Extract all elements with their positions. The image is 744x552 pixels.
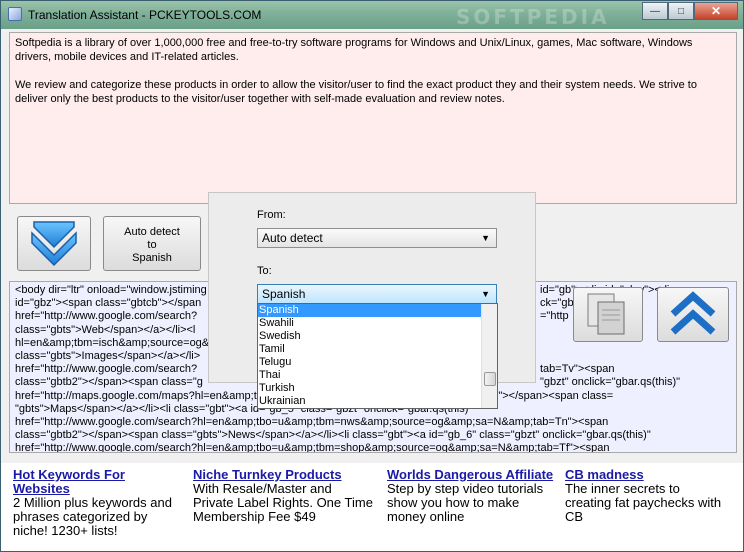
copy-pages-icon bbox=[587, 293, 625, 335]
source-paragraph-2: We review and categorize these products … bbox=[15, 79, 697, 105]
language-option[interactable]: Ukrainian bbox=[258, 395, 497, 408]
to-language-value: Spanish bbox=[262, 287, 306, 301]
double-chevron-up-icon bbox=[670, 291, 716, 335]
language-option[interactable]: Turkish bbox=[258, 382, 497, 395]
dropdown-arrow-icon: ▼ bbox=[481, 289, 490, 299]
language-option[interactable]: Telugu bbox=[258, 356, 497, 369]
auto-detect-label: Auto detect to Spanish bbox=[124, 226, 180, 264]
ad-strip: Hot Keywords For Websites 2 Million plus… bbox=[1, 463, 743, 551]
output-fragment: tab=Tv"><span bbox=[540, 363, 615, 376]
output-line: href="http://www.google.com/search?hl=en… bbox=[15, 416, 609, 429]
app-window: Translation Assistant - PCKEYTOOLS.COM S… bbox=[0, 0, 744, 552]
language-option[interactable]: Swedish bbox=[258, 330, 497, 343]
output-fragment: ="http bbox=[540, 310, 569, 323]
ad-3: Worlds Dangerous Affiliate Step by step … bbox=[387, 468, 557, 524]
close-button[interactable]: ✕ bbox=[694, 2, 738, 20]
language-option[interactable]: Spanish bbox=[258, 304, 497, 317]
source-paragraph-1: Softpedia is a library of over 1,000,000… bbox=[15, 37, 693, 63]
output-fragment: "gbzt" onclick="gbar.qs(this)" bbox=[540, 376, 681, 389]
close-icon: ✕ bbox=[710, 4, 722, 18]
window-title: Translation Assistant - PCKEYTOOLS.COM bbox=[28, 8, 262, 22]
output-line: class="gbtb2"></span><span class="gbts">… bbox=[15, 429, 651, 442]
auto-detect-button[interactable]: Auto detect to Spanish bbox=[103, 216, 201, 271]
translate-down-button[interactable] bbox=[17, 216, 91, 271]
ad-1: Hot Keywords For Websites 2 Million plus… bbox=[13, 468, 181, 538]
ad-link-2[interactable]: Niche Turnkey Products bbox=[193, 468, 373, 482]
output-line: href="http://www.google.com/search?hl=en… bbox=[15, 442, 610, 453]
ad-link-3[interactable]: Worlds Dangerous Affiliate bbox=[387, 468, 557, 482]
copy-button[interactable] bbox=[573, 287, 643, 342]
language-option[interactable]: Thai bbox=[258, 369, 497, 382]
ad-4: CB madness The inner secrets to creating… bbox=[565, 468, 725, 524]
dropdown-arrow-icon: ▼ bbox=[481, 233, 490, 243]
to-label: To: bbox=[257, 265, 272, 277]
scrollbar-thumb[interactable] bbox=[484, 372, 496, 386]
translate-up-button[interactable] bbox=[657, 287, 729, 342]
minimize-icon: — bbox=[650, 5, 660, 17]
dropdown-options: Spanish Swahili Swedish Tamil Telugu Thai Turk… bbox=[258, 304, 497, 408]
double-arrow-down-icon bbox=[31, 221, 77, 267]
to-language-dropdown-list[interactable]: Spanish Swahili Swedish Tamil Telugu Thai Turk… bbox=[257, 303, 498, 409]
ad-body-1: 2 Million plus keywords and phrases cate… bbox=[13, 495, 172, 538]
source-text-area[interactable]: Softpedia is a library of over 1,000,000… bbox=[9, 32, 737, 204]
language-option[interactable]: Swahili bbox=[258, 317, 497, 330]
maximize-icon: □ bbox=[677, 5, 685, 17]
softpedia-watermark: SOFTPEDIA bbox=[456, 5, 610, 29]
title-bar[interactable]: Translation Assistant - PCKEYTOOLS.COM S… bbox=[1, 1, 743, 29]
dropdown-scrollbar[interactable] bbox=[481, 304, 497, 408]
ad-body-4: The inner secrets to creating fat payche… bbox=[565, 481, 722, 524]
from-label: From: bbox=[257, 209, 286, 221]
from-language-value: Auto detect bbox=[262, 231, 323, 245]
to-language-select[interactable]: Spanish ▼ bbox=[257, 284, 497, 304]
language-option[interactable]: Tamil bbox=[258, 343, 497, 356]
window-controls: — □ ✕ bbox=[642, 2, 738, 20]
minimize-button[interactable]: — bbox=[642, 2, 668, 20]
ad-2: Niche Turnkey Products With Resale/Maste… bbox=[193, 468, 373, 524]
ad-link-1[interactable]: Hot Keywords For Websites bbox=[13, 468, 181, 496]
ad-body-3: Step by step video tutorials show you ho… bbox=[387, 481, 544, 524]
app-icon bbox=[8, 7, 22, 21]
ad-link-4[interactable]: CB madness bbox=[565, 468, 725, 482]
from-language-select[interactable]: Auto detect ▼ bbox=[257, 228, 497, 248]
maximize-button[interactable]: □ bbox=[668, 2, 694, 20]
ad-body-2: With Resale/Master and Private Label Rig… bbox=[193, 481, 373, 524]
